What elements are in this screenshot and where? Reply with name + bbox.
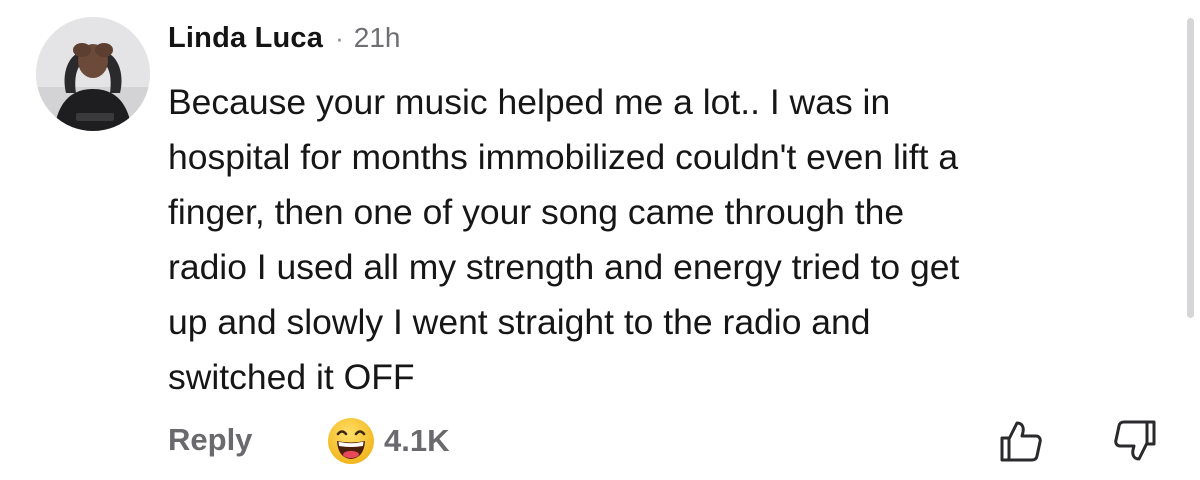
comment-text-line: switched it OFF	[168, 357, 415, 397]
thumbs-up-icon[interactable]	[998, 418, 1044, 464]
comment-text: Because your music helped me a lot.. I w…	[168, 75, 1168, 405]
avatar[interactable]	[36, 17, 150, 131]
comment-text-line: finger, then one of your song came throu…	[168, 192, 905, 232]
scrollbar[interactable]	[1187, 18, 1194, 318]
thumbs-down-icon[interactable]	[1112, 418, 1158, 464]
author-name[interactable]: Linda Luca	[168, 22, 323, 55]
comment-text-line: hospital for months immobilized couldn't…	[168, 137, 959, 177]
grinning-face-emoji-icon	[326, 416, 376, 466]
comment-actions: Reply 4.1K	[168, 412, 1168, 468]
comment-text-line: Because your music helped me a lot.. I w…	[168, 82, 891, 122]
comment-text-line: up and slowly I went straight to the rad…	[168, 302, 871, 342]
comment-text-line: radio I used all my strength and energy …	[168, 247, 960, 287]
reaction-count: 4.1K	[384, 423, 450, 458]
reply-button[interactable]: Reply	[168, 422, 252, 458]
avatar-person-icon	[36, 17, 150, 131]
separator-dot: ·	[335, 23, 344, 53]
reaction-summary[interactable]: 4.1K	[326, 416, 449, 466]
timestamp: 21h	[353, 22, 401, 53]
comment-card: Linda Luca · 21h Because your music help…	[0, 0, 1200, 480]
comment-header: Linda Luca · 21h	[168, 22, 400, 55]
